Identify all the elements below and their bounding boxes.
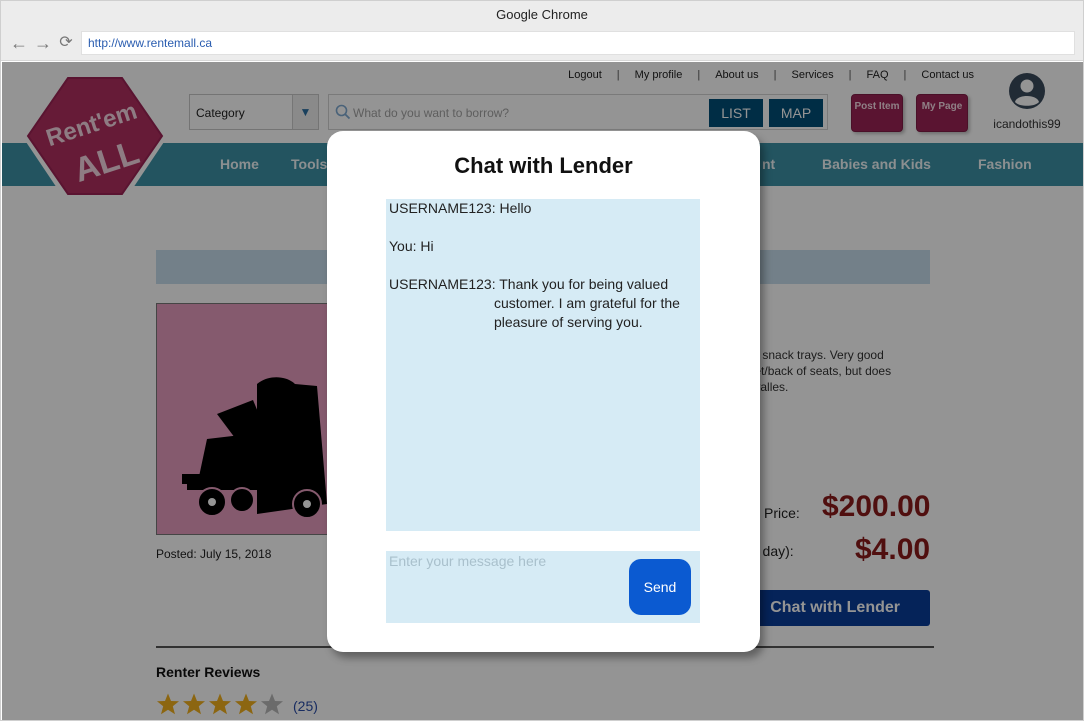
chat-modal: Chat with Lender USERNAME123: Hello You:… bbox=[327, 131, 760, 652]
browser-window: Google Chrome ← → ⟳ http://www.rentemall… bbox=[0, 0, 1084, 721]
chat-message-continuation: customer. I am grateful for the bbox=[494, 295, 680, 311]
chat-message-continuation: pleasure of serving you. bbox=[494, 314, 643, 330]
chat-message: USERNAME123: Hello bbox=[389, 200, 532, 216]
compose-area: Send bbox=[386, 551, 700, 623]
chat-message: USERNAME123: Thank you for being valued bbox=[389, 276, 669, 292]
reload-icon[interactable]: ⟳ bbox=[56, 33, 76, 53]
send-button[interactable]: Send bbox=[629, 559, 691, 615]
window-title: Google Chrome bbox=[1, 1, 1083, 29]
forward-arrow-icon[interactable]: → bbox=[33, 33, 53, 53]
back-arrow-icon[interactable]: ← bbox=[9, 33, 29, 53]
chat-message: You: Hi bbox=[389, 238, 434, 254]
message-input[interactable] bbox=[389, 553, 619, 613]
address-bar: ← → ⟳ http://www.rentemall.ca bbox=[1, 29, 1083, 61]
chat-log: USERNAME123: Hello You: Hi USERNAME123: … bbox=[386, 199, 700, 531]
modal-title: Chat with Lender bbox=[454, 153, 633, 178]
url-field[interactable]: http://www.rentemall.ca bbox=[81, 31, 1075, 55]
page: Logout | My profile | About us | Service… bbox=[2, 62, 1083, 720]
